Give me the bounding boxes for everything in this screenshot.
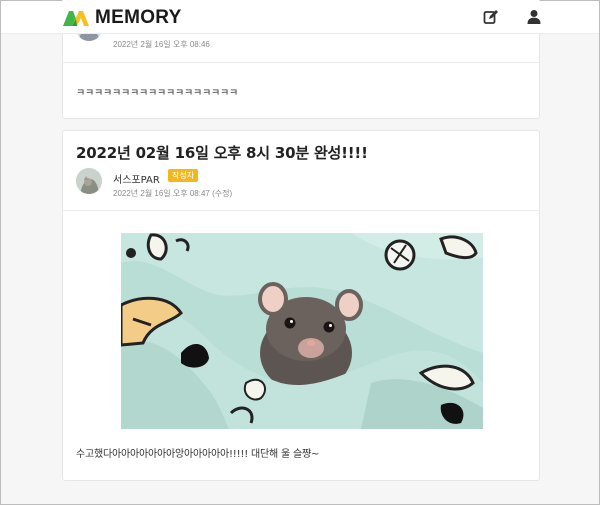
divider	[63, 62, 539, 63]
post-image	[121, 233, 483, 429]
comment-text: ㅋㅋㅋㅋㅋㅋㅋㅋㅋㅋㅋㅋㅋㅋㅋㅋㅋㅋ	[76, 88, 238, 99]
hamster-photo	[121, 233, 483, 429]
memory-logo-icon	[63, 11, 89, 26]
edit-icon[interactable]	[483, 9, 499, 25]
post-card: 2022년 02월 16일 오후 8시 30분 완성!!!! 서스포PAR 작성…	[62, 130, 540, 481]
divider	[63, 210, 539, 211]
user-icon[interactable]	[526, 9, 542, 25]
author-name[interactable]: 서스포PAR	[113, 171, 160, 186]
author-avatar[interactable]	[76, 168, 102, 194]
post-title: 2022년 02월 16일 오후 8시 30분 완성!!!!	[76, 144, 368, 162]
author-avatar-image	[76, 168, 102, 194]
logo-text: MEMORY	[95, 7, 182, 28]
logo[interactable]: MEMORY	[62, 7, 182, 29]
post-date: 2022년 2월 16일 오후 08:47 (수정)	[113, 189, 233, 198]
author-badge: 작성자	[168, 169, 199, 182]
comment-date: 2022년 2월 16일 오후 08:46	[113, 40, 210, 49]
post-body: 수고했다아아아아아아아앙아아아아아!!!!! 대단해 울 슬쨩~	[76, 449, 320, 460]
top-header: MEMORY	[1, 1, 599, 34]
